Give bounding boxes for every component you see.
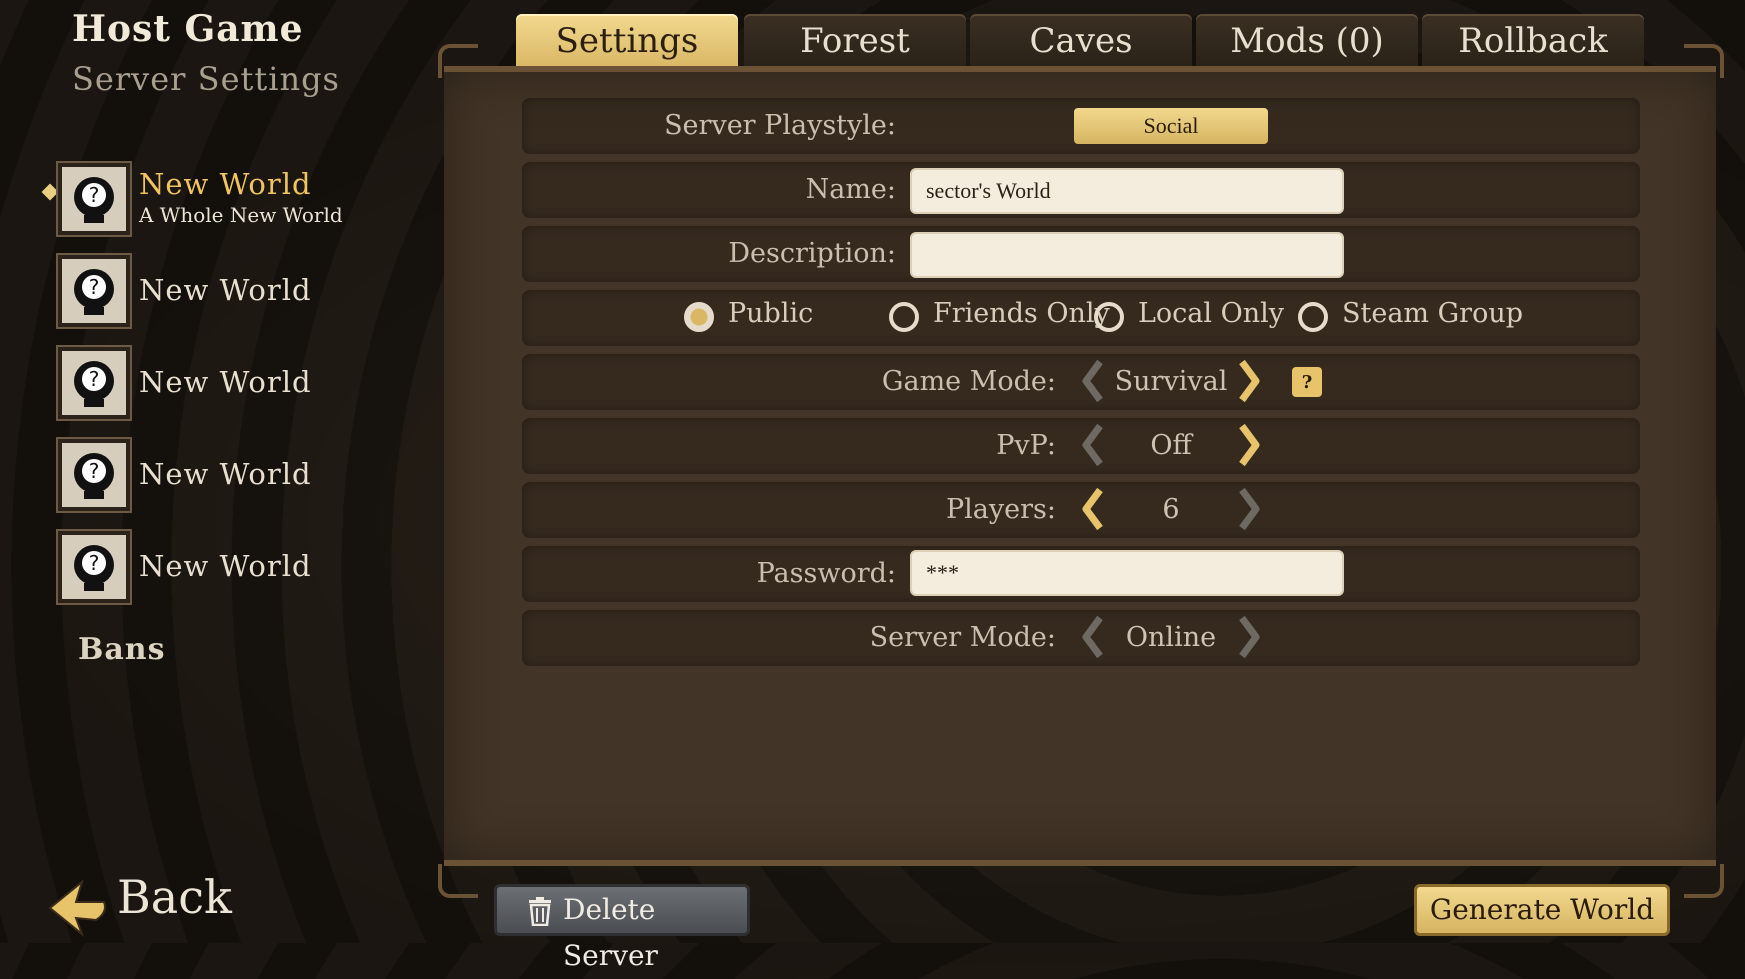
delete-server-button[interactable]: Delete Server	[494, 884, 750, 972]
pvp-next-arrow[interactable]	[1234, 422, 1264, 468]
server-slot-4[interactable]: ? New World	[58, 439, 438, 513]
page-subtitle: Server Settings	[72, 60, 340, 98]
mystery-character-icon: ?	[58, 255, 130, 327]
radio-selected-icon	[684, 302, 714, 332]
mystery-character-icon: ?	[58, 163, 130, 235]
svg-text:?: ?	[89, 275, 100, 299]
panel-ornament	[1684, 44, 1724, 78]
players-prev-arrow[interactable]	[1078, 486, 1108, 532]
radio-friends-only[interactable]: Friends Only	[889, 298, 1110, 338]
server-mode-prev-arrow[interactable]	[1078, 614, 1108, 660]
svg-text:?: ?	[89, 367, 100, 391]
game-mode-label: Game Mode:	[881, 366, 1056, 397]
svg-text:?: ?	[89, 183, 100, 207]
panel-ornament	[1684, 864, 1724, 898]
server-slot-2[interactable]: ? New World	[58, 255, 438, 329]
selected-slot-marker	[41, 183, 59, 201]
tab-settings[interactable]: Settings	[516, 14, 738, 68]
radio-public[interactable]: Public	[684, 298, 834, 338]
tab-forest[interactable]: Forest	[744, 14, 966, 68]
pvp-value: Off	[1150, 430, 1192, 461]
slot-name: New World	[139, 273, 312, 307]
server-mode-label: Server Mode:	[869, 622, 1056, 653]
page-title: Host Game	[72, 8, 304, 50]
name-field[interactable]: sector's World	[910, 168, 1344, 214]
mystery-character-icon: ?	[58, 347, 130, 419]
mystery-character-icon: ?	[58, 531, 130, 603]
players-label: Players:	[946, 494, 1056, 525]
panel-ornament	[438, 44, 478, 78]
playstyle-button[interactable]: Social	[1074, 108, 1268, 144]
tab-rollback[interactable]: Rollback	[1422, 14, 1644, 68]
slot-description: A Whole New World	[139, 203, 343, 227]
delete-server-label: Delete Server	[563, 893, 658, 972]
password-field[interactable]: ***	[910, 550, 1344, 596]
radio-label: Friends Only	[933, 298, 1110, 329]
radio-unselected-icon	[1094, 302, 1124, 332]
password-label: Password:	[756, 558, 896, 589]
server-mode-next-arrow[interactable]	[1234, 614, 1264, 660]
players-value: 6	[1162, 494, 1180, 525]
players-next-arrow[interactable]	[1234, 486, 1264, 532]
generate-world-button[interactable]: Generate World	[1414, 884, 1670, 936]
bans-link[interactable]: Bans	[78, 632, 166, 667]
trash-icon	[529, 897, 551, 926]
radio-label: Public	[728, 298, 814, 329]
description-field[interactable]	[910, 232, 1344, 278]
game-mode-next-arrow[interactable]	[1234, 358, 1264, 404]
radio-label: Local Only	[1138, 298, 1285, 329]
svg-text:?: ?	[89, 459, 100, 483]
tab-mods[interactable]: Mods (0)	[1196, 14, 1418, 68]
panel-ornament	[438, 864, 478, 898]
name-label: Name:	[805, 174, 896, 205]
back-arrow-icon	[48, 879, 106, 938]
slot-name: New World	[139, 365, 312, 399]
slot-name: New World	[139, 549, 312, 583]
radio-local-only[interactable]: Local Only	[1094, 298, 1284, 338]
back-label: Back	[117, 870, 232, 924]
server-slot-1[interactable]: ? New World A Whole New World	[58, 163, 438, 237]
pvp-label: PvP:	[996, 430, 1056, 461]
radio-steam-group[interactable]: Steam Group	[1298, 298, 1523, 338]
game-mode-value: Survival	[1114, 366, 1228, 397]
radio-label: Steam Group	[1342, 298, 1524, 329]
question-mark-icon[interactable]: ?	[1292, 367, 1322, 397]
svg-text:?: ?	[89, 551, 100, 575]
server-mode-value: Online	[1125, 622, 1217, 653]
tab-caves[interactable]: Caves	[970, 14, 1192, 68]
playstyle-label: Server Playstyle:	[664, 110, 896, 141]
server-slot-3[interactable]: ? New World	[58, 347, 438, 421]
game-mode-prev-arrow[interactable]	[1078, 358, 1108, 404]
back-button[interactable]: Back	[42, 868, 232, 940]
mystery-character-icon: ?	[58, 439, 130, 511]
description-label: Description:	[728, 238, 896, 269]
radio-unselected-icon	[889, 302, 919, 332]
slot-name: New World	[139, 457, 312, 491]
slot-name: New World	[139, 167, 312, 201]
server-slot-5[interactable]: ? New World	[58, 531, 438, 605]
radio-unselected-icon	[1298, 302, 1328, 332]
pvp-prev-arrow[interactable]	[1078, 422, 1108, 468]
